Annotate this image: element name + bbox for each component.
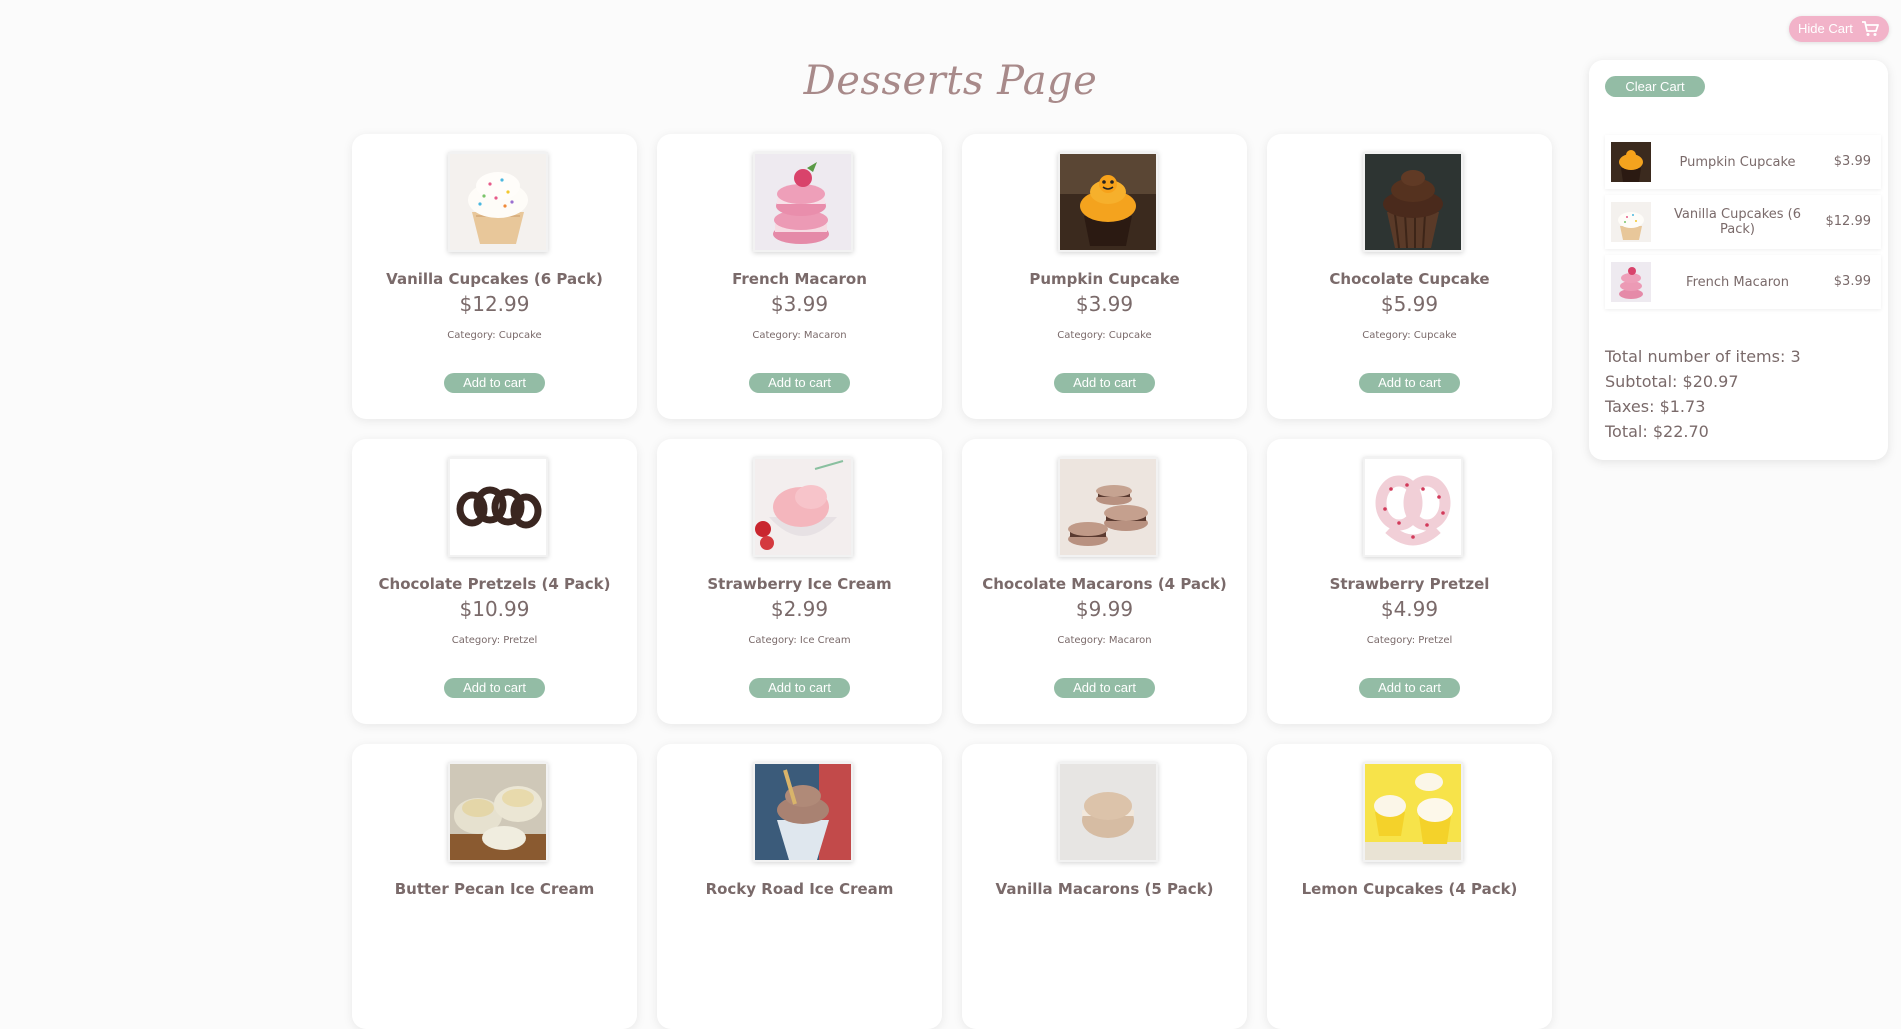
add-to-cart-button[interactable]: Add to cart: [444, 678, 545, 698]
strawberry-ice-cream-image: [753, 457, 853, 557]
cart-totals: Total number of items: 3 Subtotal: $20.9…: [1605, 344, 1801, 444]
cart-item: Vanilla Cupcakes (6 Pack) $12.99: [1605, 195, 1881, 249]
product-name: Rocky Road Ice Cream: [705, 880, 894, 898]
hide-cart-button[interactable]: Hide Cart: [1789, 16, 1889, 42]
product-name: French Macaron: [732, 270, 867, 288]
add-to-cart-button[interactable]: Add to cart: [749, 678, 850, 698]
product-card: Strawberry Ice Cream $2.99 Category: Ice…: [657, 439, 942, 724]
vanilla-macarons-image: [1058, 762, 1158, 862]
product-card: Chocolate Cupcake $5.99 Category: Cupcak…: [1267, 134, 1552, 419]
product-category: Category: Cupcake: [447, 330, 542, 341]
product-category: Category: Cupcake: [1057, 330, 1152, 341]
product-category: Category: Ice Cream: [748, 635, 851, 646]
shopping-cart-icon: [1862, 21, 1879, 36]
product-price: $10.99: [459, 597, 530, 621]
cart-item-image: [1611, 142, 1651, 182]
cart-item-price: $3.99: [1833, 154, 1871, 169]
vanilla-cupcake-image: [448, 152, 548, 252]
product-card: Rocky Road Ice Cream: [657, 744, 942, 1029]
product-card: Vanilla Cupcakes (6 Pack) $12.99 Categor…: [352, 134, 637, 419]
pumpkin-cupcake-image: [1058, 152, 1158, 252]
subtotal: Subtotal: $20.97: [1605, 372, 1739, 391]
product-price: $12.99: [459, 292, 530, 316]
product-card: Lemon Cupcakes (4 Pack): [1267, 744, 1552, 1029]
cart-item-name: Vanilla Cupcakes (6 Pack): [1673, 207, 1802, 237]
chocolate-pretzels-image: [448, 457, 548, 557]
product-name: Lemon Cupcakes (4 Pack): [1301, 880, 1518, 898]
product-card: Chocolate Macarons (4 Pack) $9.99 Catego…: [962, 439, 1247, 724]
cart-panel: Clear Cart Pumpkin Cupcake $3.99 Vanilla…: [1589, 60, 1888, 460]
product-price: $5.99: [1380, 292, 1439, 316]
product-category: Category: Pretzel: [451, 635, 538, 646]
product-card: Pumpkin Cupcake $3.99 Category: Cupcake …: [962, 134, 1247, 419]
product-price: $4.99: [1380, 597, 1439, 621]
product-category: Category: Cupcake: [1362, 330, 1457, 341]
product-name: Strawberry Pretzel: [1329, 575, 1490, 593]
product-category: Category: Macaron: [1057, 635, 1152, 646]
cart-item-image: [1611, 262, 1651, 302]
add-to-cart-button[interactable]: Add to cart: [444, 373, 545, 393]
butter-pecan-ice-cream-image: [448, 762, 548, 862]
clear-cart-button[interactable]: Clear Cart: [1605, 76, 1705, 97]
chocolate-macarons-image: [1058, 457, 1158, 557]
product-price: $3.99: [770, 292, 829, 316]
cart-item-name: French Macaron: [1686, 274, 1789, 290]
strawberry-pretzel-image: [1363, 457, 1463, 557]
product-name: Butter Pecan Ice Cream: [394, 880, 595, 898]
taxes: Taxes: $1.73: [1605, 397, 1706, 416]
lemon-cupcakes-image: [1363, 762, 1463, 862]
hide-cart-label: Hide Cart: [1798, 21, 1853, 36]
rocky-road-ice-cream-image: [753, 762, 853, 862]
cart-item-image: [1611, 202, 1651, 242]
cart-item: Pumpkin Cupcake $3.99: [1605, 135, 1881, 189]
cart-item-price: $12.99: [1825, 214, 1872, 229]
total: Total: $22.70: [1605, 422, 1709, 441]
french-macaron-image: [753, 152, 853, 252]
product-card: Strawberry Pretzel $4.99 Category: Pretz…: [1267, 439, 1552, 724]
product-price: $2.99: [770, 597, 829, 621]
product-name: Vanilla Cupcakes (6 Pack): [386, 270, 603, 288]
add-to-cart-button[interactable]: Add to cart: [1054, 678, 1155, 698]
product-name: Strawberry Ice Cream: [707, 575, 892, 593]
cart-item-name: Pumpkin Cupcake: [1679, 154, 1796, 170]
cart-item-price: $3.99: [1833, 274, 1871, 289]
product-category: Category: Macaron: [752, 330, 847, 341]
cart-item: French Macaron $3.99: [1605, 255, 1881, 309]
add-to-cart-button[interactable]: Add to cart: [1359, 373, 1460, 393]
product-price: $9.99: [1075, 597, 1134, 621]
add-to-cart-button[interactable]: Add to cart: [1054, 373, 1155, 393]
product-name: Chocolate Pretzels (4 Pack): [378, 575, 611, 593]
product-card: Vanilla Macarons (5 Pack): [962, 744, 1247, 1029]
total-items: Total number of items: 3: [1605, 347, 1801, 366]
product-card: French Macaron $3.99 Category: Macaron A…: [657, 134, 942, 419]
product-price: $3.99: [1075, 292, 1134, 316]
product-name: Pumpkin Cupcake: [1029, 270, 1180, 288]
product-name: Vanilla Macarons (5 Pack): [995, 880, 1214, 898]
product-name: Chocolate Cupcake: [1329, 270, 1490, 288]
chocolate-cupcake-image: [1363, 152, 1463, 252]
product-category: Category: Pretzel: [1366, 635, 1453, 646]
add-to-cart-button[interactable]: Add to cart: [749, 373, 850, 393]
add-to-cart-button[interactable]: Add to cart: [1359, 678, 1460, 698]
product-card: Butter Pecan Ice Cream: [352, 744, 637, 1029]
product-name: Chocolate Macarons (4 Pack): [982, 575, 1227, 593]
product-card: Chocolate Pretzels (4 Pack) $10.99 Categ…: [352, 439, 637, 724]
